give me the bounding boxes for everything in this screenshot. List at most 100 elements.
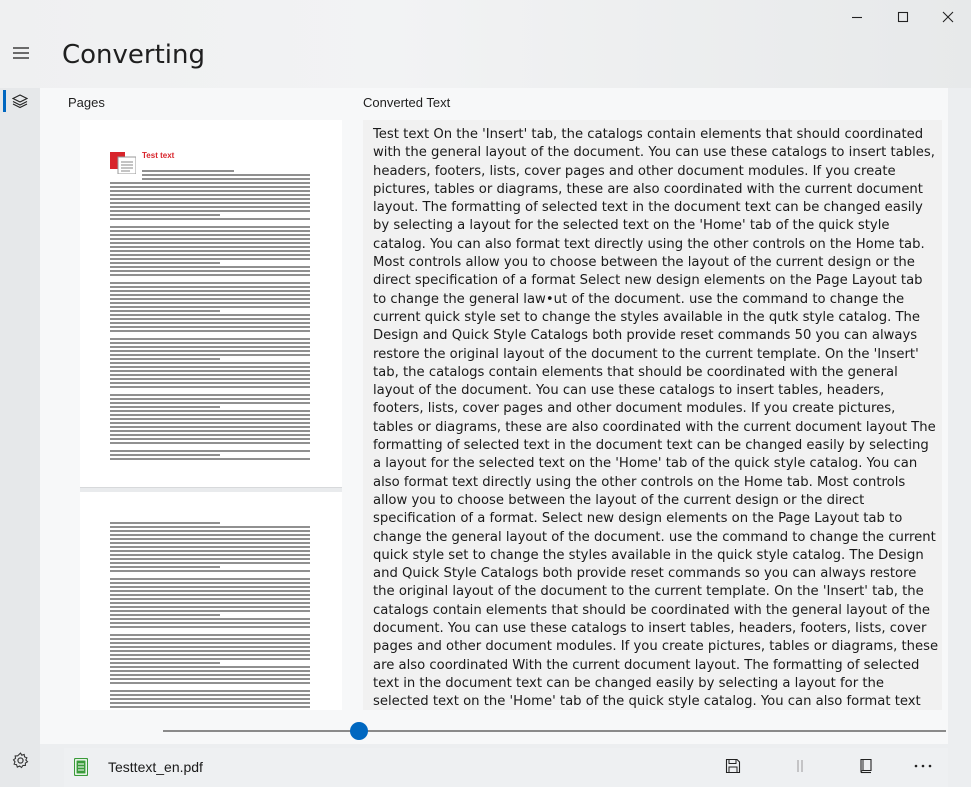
thumbnail-text-line — [110, 642, 310, 644]
thumbnail-text-line — [110, 218, 310, 220]
thumbnail-text-line — [110, 454, 220, 456]
thumbnail-text-line — [110, 650, 310, 652]
thumbnail-text-line — [110, 190, 310, 192]
thumbnail-text-line — [142, 178, 310, 180]
thumbnail-text-line — [110, 578, 310, 580]
save-icon — [725, 758, 741, 774]
thumbnail-text-line — [110, 346, 310, 348]
thumbnail-text-line — [110, 378, 310, 380]
thumbnail-text-line — [110, 582, 310, 584]
thumbnail-text-line — [110, 238, 310, 240]
thumbnail-text-line — [110, 602, 310, 604]
page-thumbnail-1[interactable]: Test text — [80, 120, 342, 488]
thumbnail-text-line — [110, 662, 220, 664]
thumbnail-text-line — [110, 266, 310, 268]
split-icon — [797, 760, 803, 772]
thumbnail-text-line — [110, 422, 310, 424]
thumbnail-text-line — [110, 382, 310, 384]
thumbnail-text-line — [142, 170, 234, 172]
thumbnail-text-line — [110, 558, 310, 560]
thumbnail-text-line — [110, 310, 220, 312]
thumbnail-text-line — [110, 354, 310, 356]
thumbnail-text-line — [110, 598, 310, 600]
thumbnail-text-line — [110, 298, 310, 300]
thumbnail-text-line — [110, 366, 310, 368]
thumbnail-text-line — [110, 658, 310, 660]
thumbnail-text-line — [110, 450, 310, 452]
thumbnail-text-line — [110, 594, 310, 596]
thumbnail-text-line — [110, 226, 310, 228]
thumbnail-text-line — [110, 210, 310, 212]
thumbnail-text-line — [110, 646, 310, 648]
thumbnail-text-line — [110, 342, 310, 344]
settings-button[interactable] — [8, 748, 32, 772]
thumbnail-text-line — [110, 186, 310, 188]
thumbnail-text-line — [110, 362, 310, 364]
more-button[interactable] — [913, 756, 933, 776]
thumbnail-text-line — [110, 522, 220, 524]
thumbnail-text-line — [110, 286, 310, 288]
thumbnail-text-line — [110, 538, 310, 540]
thumbnail-text-line — [110, 198, 310, 200]
thumbnail-text-line — [110, 698, 310, 700]
thumbnail-text-line — [110, 330, 310, 332]
split-button[interactable] — [790, 756, 810, 776]
thumbnail-text-line — [110, 654, 310, 656]
thumbnail-text-line — [110, 542, 310, 544]
thumbnail-text-line — [110, 230, 310, 232]
page-slider-thumb[interactable] — [350, 722, 368, 740]
thumbnail-text-line — [110, 322, 310, 324]
thumbnail-text-line — [110, 458, 310, 460]
thumbnail-text-line — [110, 206, 310, 208]
thumbnail-text-line — [110, 690, 310, 692]
thumbnail-text-line — [110, 214, 220, 216]
pages-label: Pages — [68, 95, 105, 110]
thumbnail-text-line — [110, 394, 310, 396]
thumbnail-text-line — [110, 418, 310, 420]
thumbnail-text-line — [110, 246, 310, 248]
thumbnail-text-line — [110, 678, 310, 680]
maximize-button[interactable] — [880, 0, 926, 34]
hamburger-icon — [13, 47, 29, 59]
more-icon — [914, 764, 932, 768]
thumbnail-text-line — [110, 398, 310, 400]
thumbnail-text-line — [110, 242, 310, 244]
thumbnail-text-line — [110, 610, 310, 612]
page-slider-track[interactable] — [163, 730, 946, 732]
app-title: Converting — [62, 40, 206, 70]
maximize-icon — [897, 11, 909, 23]
thumbnail-text-line — [110, 202, 310, 204]
thumbnail-text-line — [110, 406, 220, 408]
thumbnail-text-line — [110, 442, 310, 444]
thumbnail-text-line — [110, 250, 310, 252]
thumbnail-text-line — [110, 414, 310, 416]
converted-text-label: Converted Text — [363, 95, 451, 110]
save-button[interactable] — [723, 756, 743, 776]
converted-text-panel[interactable]: Test text On the 'Insert' tab, the catal… — [363, 120, 942, 710]
nav-item-layers[interactable] — [0, 88, 40, 114]
close-button[interactable] — [925, 0, 971, 34]
menu-button[interactable] — [8, 40, 34, 66]
thumbnail-text-line — [110, 374, 310, 376]
thumbnail-text-line — [110, 682, 310, 684]
converted-text-content[interactable]: Test text On the 'Insert' tab, the catal… — [373, 126, 939, 710]
gear-icon — [12, 751, 28, 768]
thumbnail-text-line — [110, 262, 220, 264]
page-heading: Test text — [142, 151, 175, 160]
page-thumbnail-2[interactable] — [80, 492, 342, 710]
thumbnail-text-line — [142, 174, 310, 176]
close-icon — [942, 11, 954, 23]
thumbnail-text-line — [110, 318, 310, 320]
book-button[interactable] — [856, 756, 876, 776]
thumbnail-text-line — [110, 302, 310, 304]
minimize-button[interactable] — [834, 0, 880, 34]
thumbnail-text-line — [110, 586, 310, 588]
thumbnail-text-line — [110, 614, 220, 616]
thumbnail-text-line — [110, 566, 220, 568]
thumbnail-text-line — [110, 606, 310, 608]
thumbnail-text-line — [110, 438, 310, 440]
pages-panel[interactable]: Test text — [80, 120, 342, 710]
thumbnail-text-line — [110, 314, 310, 316]
thumbnail-text-line — [110, 546, 310, 548]
thumbnail-text-line — [110, 370, 310, 372]
